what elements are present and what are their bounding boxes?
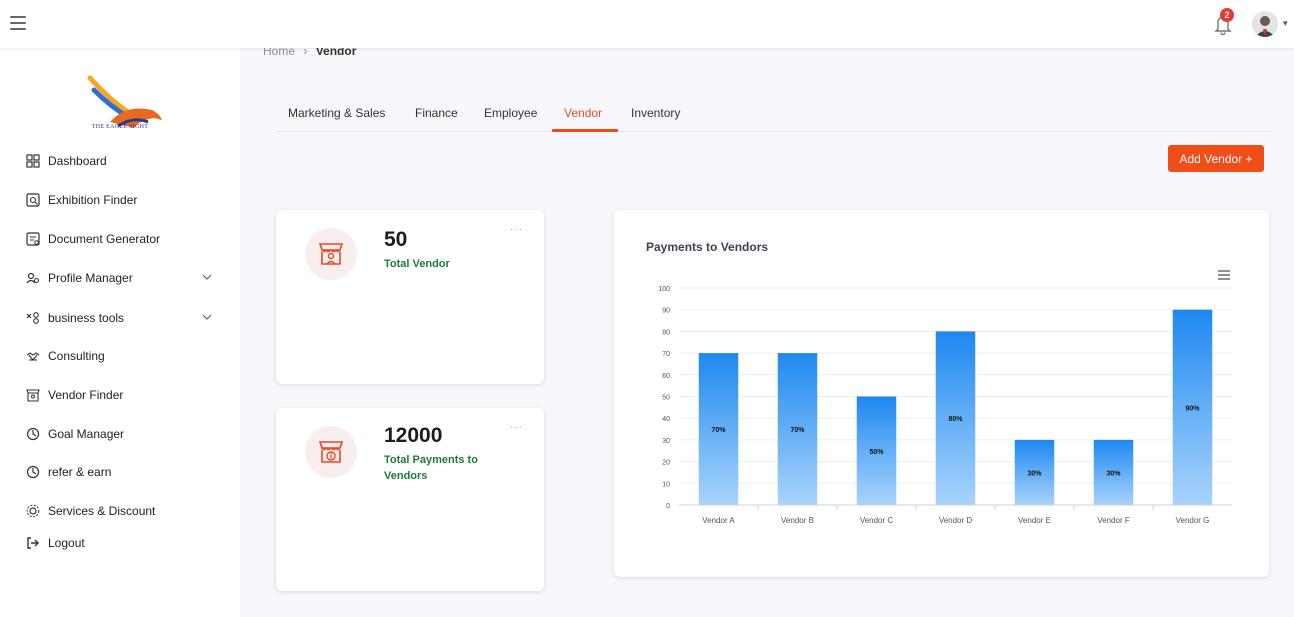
bar-data-label: 30% (1027, 470, 1042, 477)
tab-finance[interactable]: Finance (415, 106, 458, 120)
x-tick-label: Vendor C (860, 516, 894, 525)
tab-bar: Marketing & Sales Finance Employee Vendo… (276, 98, 1272, 132)
x-tick-label: Vendor D (939, 516, 973, 525)
sidebar-item-services-discount[interactable]: Services & Discount (26, 499, 226, 523)
top-bar: 2 ▾ (0, 0, 1294, 48)
chart-title: Payments to Vendors (646, 240, 769, 254)
sidebar-item-label: Dashboard (48, 154, 107, 168)
chart-menu-icon[interactable] (1218, 270, 1230, 280)
active-tab-indicator (552, 129, 618, 132)
sidebar-item-label: Consulting (48, 349, 105, 363)
y-tick-label: 60 (662, 373, 670, 380)
logout-icon (27, 537, 39, 549)
stat-card-total-vendor: 50 Total Vendor ··· (276, 210, 544, 384)
sidebar-item-profile-manager[interactable]: Profile Manager (26, 266, 226, 290)
sidebar-item-label: Vendor Finder (48, 388, 124, 402)
bar-data-label: 30% (1106, 470, 1121, 477)
sidebar-item-refer-earn[interactable]: refer & earn (26, 460, 226, 484)
sidebar: THE EAGLE SIGHT Dashboard Exhibition Fin… (0, 48, 240, 617)
sidebar-item-label: refer & earn (48, 465, 112, 479)
y-tick-label: 90 (662, 308, 670, 315)
sidebar-item-consulting[interactable]: Consulting (26, 344, 226, 368)
tab-inventory[interactable]: Inventory (631, 106, 680, 120)
bar-data-label: 90% (1185, 405, 1200, 412)
sidebar-item-label: Exhibition Finder (48, 193, 138, 207)
sidebar-item-label: Goal Manager (48, 427, 125, 441)
sidebar-item-document-generator[interactable]: Document Generator (26, 227, 226, 251)
tab-vendor[interactable]: Vendor (564, 106, 602, 120)
gear-icon (26, 504, 40, 518)
logo-text: THE EAGLE SIGHT (91, 124, 149, 130)
bar-data-label: 70% (790, 427, 805, 434)
chevron-down-icon[interactable] (202, 312, 212, 322)
sidebar-item-logout[interactable]: Logout (26, 531, 226, 555)
bar-data-label: 80% (948, 416, 963, 423)
x-tick-label: Vendor G (1176, 516, 1210, 525)
y-tick-label: 100 (658, 286, 670, 293)
y-tick-label: 80 (662, 329, 670, 336)
sidebar-item-label: Profile Manager (48, 271, 133, 285)
bar-data-label: 70% (711, 427, 726, 434)
sidebar-item-label: business tools (48, 311, 125, 325)
add-vendor-button[interactable]: Add Vendor + (1168, 145, 1264, 172)
hamburger-menu-icon[interactable] (10, 16, 26, 30)
target-icon (26, 427, 40, 441)
store-icon (26, 389, 40, 402)
sidebar-item-dashboard[interactable]: Dashboard (26, 149, 226, 173)
sidebar-item-label: Services & Discount (48, 504, 156, 518)
y-tick-label: 50 (662, 395, 670, 402)
notification-badge: 2 (1220, 8, 1234, 22)
x-tick-label: Vendor E (1018, 516, 1051, 525)
stat-label: Total Payments to Vendors (384, 454, 478, 482)
x-tick-label: Vendor A (702, 516, 735, 525)
y-tick-label: 70 (662, 351, 670, 358)
x-tick-label: Vendor B (781, 516, 814, 525)
stat-icon-bg (305, 228, 357, 280)
sidebar-item-goal-manager[interactable]: Goal Manager (26, 422, 226, 446)
handshake-icon (26, 352, 40, 361)
store-icon (318, 243, 344, 265)
card-menu-icon[interactable]: ··· (510, 224, 523, 235)
tools-icon (26, 312, 39, 324)
y-tick-label: 20 (662, 460, 670, 467)
x-tick-label: Vendor F (1097, 516, 1130, 525)
y-tick-label: 0 (666, 503, 670, 510)
y-tick-label: 40 (662, 416, 670, 423)
chart-card: 0 10 20 30 40 50 60 70 80 90 100 70% Vendor A 70% Vend… (614, 210, 1269, 577)
stat-icon-bg (305, 426, 357, 478)
sidebar-item-label: Logout (48, 536, 85, 550)
sidebar-item-label: Document Generator (48, 232, 161, 246)
card-menu-icon[interactable]: ··· (510, 422, 523, 433)
avatar[interactable] (1252, 11, 1278, 37)
doc-gen-icon (26, 232, 40, 246)
refer-icon (26, 465, 40, 479)
payment-store-icon (318, 441, 344, 463)
stat-card-total-payments: 12000 Total Payments to Vendors ··· (276, 408, 544, 591)
chevron-down-icon[interactable] (202, 272, 212, 282)
users-icon (26, 272, 40, 284)
search-doc-icon (26, 193, 40, 207)
sidebar-item-vendor-finder[interactable]: Vendor Finder (26, 383, 226, 407)
sidebar-item-business-tools[interactable]: business tools (26, 306, 226, 330)
stat-label: Total Vendor (384, 258, 450, 270)
bar-data-label: 50% (869, 449, 884, 456)
tab-marketing-sales[interactable]: Marketing & Sales (288, 106, 385, 120)
grid-icon (26, 154, 40, 168)
stat-value: 12000 (384, 424, 443, 447)
tab-employee[interactable]: Employee (484, 106, 537, 120)
y-tick-label: 10 (662, 481, 670, 488)
bar-chart: 0 10 20 30 40 50 60 70 80 90 100 70% Vendor A 70% Vend… (658, 286, 1232, 525)
sidebar-item-exhibition-finder[interactable]: Exhibition Finder (26, 188, 226, 212)
avatar-dropdown-icon[interactable]: ▾ (1283, 18, 1288, 29)
y-tick-label: 30 (662, 438, 670, 445)
stat-value: 50 (384, 228, 408, 251)
